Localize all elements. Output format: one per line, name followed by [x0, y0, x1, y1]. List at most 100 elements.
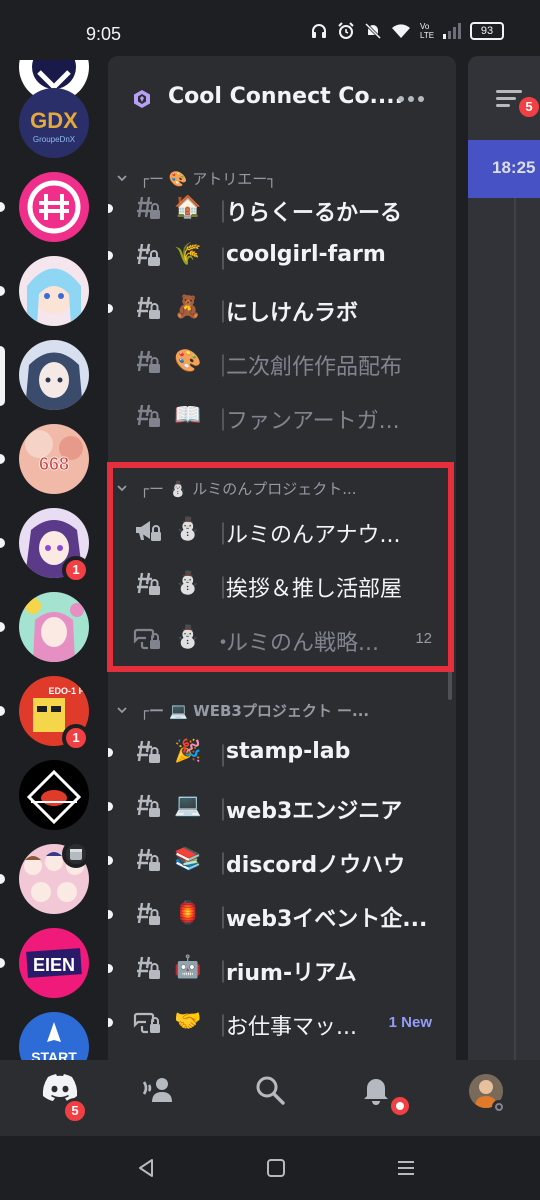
channel-emoji: 💻	[174, 793, 202, 818]
notifications-tab[interactable]	[346, 1074, 412, 1124]
channel-emoji: 🧸	[174, 295, 202, 320]
server-anime-blue-girl[interactable]	[19, 256, 89, 326]
scroll-mask	[108, 142, 456, 162]
chevron-down-icon	[117, 175, 127, 182]
locked-channel-icon	[137, 848, 160, 871]
server-gdx[interactable]: GDX GroupeDnX	[19, 88, 89, 158]
server-start[interactable]: START	[19, 1012, 89, 1060]
category-web3-project[interactable]: ┌ー 💻 WEB3プロジェクト ー...	[108, 696, 456, 726]
unread-dot	[108, 802, 113, 811]
channel-nishiken-lab[interactable]: 🧸 ｜ にしけんラボ	[108, 284, 456, 334]
category-luminon-project[interactable]: ┌ー ⛄ ルミのんプロジェクト...	[108, 474, 456, 504]
recents-icon[interactable]	[394, 1156, 418, 1180]
locked-channel-icon	[137, 956, 160, 979]
more-options-icon[interactable]	[398, 96, 424, 102]
server-anime-dark-girl[interactable]	[19, 340, 89, 410]
channel-name: web3イベント企...	[226, 907, 426, 932]
selected-server-indicator	[0, 346, 5, 406]
channel-fan-art[interactable]: 📖 ｜ ファンアートガ...	[108, 392, 456, 442]
channel-luminon-announce[interactable]: ⛄ ｜ ルミのんアナウ...	[108, 506, 456, 556]
unread-dot	[108, 856, 113, 865]
channel-emoji: 🤝	[174, 1009, 202, 1034]
server-header[interactable]: Cool Connect Co....	[108, 56, 456, 142]
channel-greetings[interactable]: ⛄ ｜ 挨拶＆推し活部屋	[108, 560, 456, 610]
category-label: ┌ー 🎨 アトリエー┐	[140, 170, 277, 188]
channel-list-panel[interactable]: Cool Connect Co.... ┌ー 🎨 アトリエー┐ 🏠 ｜ りらくー…	[108, 56, 456, 1060]
channel-name: rium-リアム	[226, 961, 357, 986]
unread-dot	[108, 964, 113, 973]
friends-tab[interactable]	[128, 1074, 188, 1124]
channel-coolgirl-farm[interactable]: 🌾 ｜ coolgirl-farm	[108, 231, 456, 281]
wifi-icon	[392, 24, 410, 38]
thread-line	[514, 198, 516, 1060]
channel-emoji: 🎉	[174, 739, 202, 764]
unread-dot	[108, 251, 113, 260]
channel-name: ルミのんアナウ...	[226, 523, 401, 548]
server-rail[interactable]: GDX GroupeDnX 668 1 EDO-1 PJ 1 EIEN STAR…	[0, 60, 108, 1060]
server-668-art[interactable]: 668	[19, 424, 89, 494]
locked-channel-icon	[137, 404, 160, 427]
svg-text:EDO-1 PJ: EDO-1 PJ	[48, 686, 89, 696]
profile-tab[interactable]	[456, 1074, 516, 1124]
announcement-channel-icon	[136, 521, 161, 541]
channel-luminon-strategy[interactable]: ⛄ ・ ルミのん戦略... 12	[108, 614, 456, 664]
locked-channel-icon	[137, 196, 160, 219]
chat-panel-peek[interactable]: 5 18:25	[468, 56, 540, 1060]
message-timestamp: 18:25	[492, 158, 536, 177]
channel-name: 挨拶＆推し活部屋	[226, 577, 403, 602]
unread-dot	[108, 204, 113, 213]
locked-forum-icon	[133, 1012, 160, 1034]
home-button-icon[interactable]	[264, 1156, 288, 1180]
headphones-icon	[312, 24, 326, 38]
status-offline-icon	[492, 1100, 506, 1114]
server-rainbow-girl[interactable]	[19, 592, 89, 662]
channel-name: web3エンジニア	[226, 799, 403, 824]
channel-emoji: 🏮	[174, 901, 202, 926]
server-red-diamond[interactable]	[19, 760, 89, 830]
svg-text:GroupeDnX: GroupeDnX	[33, 135, 76, 144]
signal-icon	[443, 23, 461, 39]
chevron-down-icon	[117, 485, 127, 492]
mute-bell-icon	[364, 22, 382, 40]
home-unread-badge: 5	[62, 1098, 88, 1124]
server-magenta-logo[interactable]	[19, 172, 89, 242]
channel-web3-engineer[interactable]: 💻 ｜ web3エンジニア	[108, 782, 456, 832]
notification-dot	[388, 1094, 412, 1118]
category-label: ┌ー ⛄ ルミのんプロジェクト...	[140, 480, 357, 498]
unread-pip	[0, 454, 5, 464]
channel-list-scrollbar[interactable]	[448, 500, 452, 700]
channel-rium[interactable]: 🤖 ｜ rium-リアム	[108, 944, 456, 994]
channel-name: 二次創作作品配布	[226, 355, 403, 380]
home-tab[interactable]: 5	[30, 1074, 90, 1124]
search-tab[interactable]	[240, 1074, 300, 1124]
new-posts-tag: 1 New	[388, 1014, 432, 1031]
unread-dot	[108, 1018, 113, 1027]
channel-emoji: 📚	[174, 847, 202, 872]
mention-badge: 1	[62, 556, 90, 584]
server-eien[interactable]: EIEN	[19, 928, 89, 998]
unread-dot	[108, 748, 113, 757]
system-navigation-bar	[0, 1136, 540, 1200]
channel-stamp-lab[interactable]: 🎉 ｜ stamp-lab	[108, 728, 456, 778]
category-atelier-overlay[interactable]: ┌ー 🎨 アトリエー┐	[108, 164, 456, 198]
battery-indicator: 93	[470, 22, 504, 40]
server-boost-icon	[134, 90, 150, 108]
channel-job-matching[interactable]: 🤝 ｜ お仕事マッ... 1 New	[108, 998, 456, 1048]
unread-count-badge: 5	[516, 94, 540, 120]
highlighted-message[interactable]: 18:25	[468, 140, 540, 198]
gdx-logo-text: GDX	[30, 108, 78, 133]
chevron-down-icon	[117, 707, 127, 714]
unread-pip	[0, 202, 5, 212]
search-icon	[256, 1076, 285, 1105]
svg-text:START: START	[31, 1049, 77, 1060]
unread-pip	[0, 958, 5, 968]
status-icons: Vo LTE 93	[310, 22, 504, 40]
channel-web3-events[interactable]: 🏮 ｜ web3イベント企...	[108, 890, 456, 940]
locked-channel-icon	[137, 572, 160, 595]
channel-fan-works[interactable]: 🎨 ｜ 二次創作作品配布	[108, 338, 456, 388]
channel-discord-knowhow[interactable]: 📚 ｜ discordノウハウ	[108, 836, 456, 886]
unread-pip	[0, 538, 5, 548]
back-icon[interactable]	[134, 1156, 158, 1180]
channel-emoji: 🌾	[174, 242, 202, 267]
unread-pip	[0, 874, 5, 884]
